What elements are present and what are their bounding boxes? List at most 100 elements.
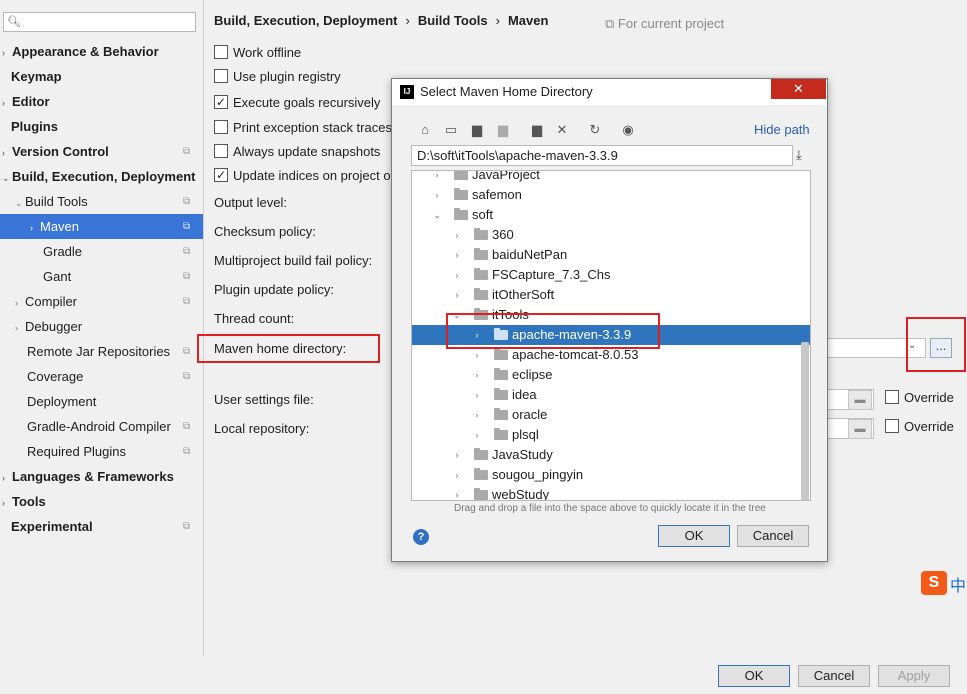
chevron-right-icon[interactable]: ›	[452, 245, 462, 265]
refresh-icon[interactable]: ↻	[588, 123, 602, 137]
sidebar-item-deployment[interactable]: Deployment	[27, 389, 96, 414]
module-folder-icon[interactable]: ▆	[496, 123, 510, 137]
desktop-icon[interactable]: ▭	[444, 123, 458, 137]
close-icon[interactable]: ✕	[771, 79, 826, 99]
cancel-button[interactable]: Cancel	[798, 665, 870, 687]
checkbox-box[interactable]	[214, 166, 228, 184]
ok-button[interactable]: OK	[718, 665, 790, 687]
project-folder-icon[interactable]: ▆	[470, 123, 484, 137]
checkbox-box[interactable]	[214, 45, 228, 59]
tree-item[interactable]: › sougou_pingyin	[412, 465, 810, 485]
chevron-right-icon[interactable]: ›	[472, 425, 482, 445]
sidebar-item-required-plugins[interactable]: Required Plugins	[27, 439, 126, 464]
tree-item[interactable]: › JavaProject	[412, 171, 810, 185]
folder-icon[interactable]: ▬	[848, 390, 872, 410]
tree-item[interactable]: › itOtherSoft	[412, 285, 810, 305]
checkbox-box[interactable]	[214, 120, 228, 134]
tree-item[interactable]: › JavaStudy	[412, 445, 810, 465]
hide-path-link[interactable]: Hide path	[754, 122, 810, 137]
sidebar-item-editor[interactable]: › Editor	[2, 89, 50, 114]
chevron-down-icon[interactable]: ⌄	[432, 205, 442, 225]
dialog-cancel-button[interactable]: Cancel	[737, 525, 809, 547]
highlight-box	[446, 313, 660, 349]
tree-item-label: 360	[492, 227, 514, 242]
chevron-right-icon[interactable]: ›	[432, 171, 442, 185]
chevron-right-icon[interactable]: ›	[452, 445, 462, 465]
folder-icon	[474, 468, 488, 480]
update-indices-checkbox[interactable]: Update indices on project o	[214, 166, 391, 185]
sidebar-item-plugins[interactable]: Plugins	[11, 114, 58, 139]
chevron-right-icon[interactable]: ›	[452, 485, 462, 500]
checkbox-box[interactable]	[885, 390, 899, 404]
help-icon[interactable]: ?	[413, 529, 429, 545]
sidebar-item-gradle[interactable]: Gradle	[43, 239, 82, 264]
tree-item[interactable]: › idea	[412, 385, 810, 405]
chevron-right-icon[interactable]: ›	[472, 385, 482, 405]
chevron-right-icon: ›	[2, 498, 5, 508]
delete-icon[interactable]: ✕	[555, 123, 569, 137]
checkbox-box[interactable]	[214, 69, 228, 83]
chevron-right-icon[interactable]: ›	[452, 265, 462, 285]
sidebar-item-keymap[interactable]: Keymap	[11, 64, 62, 89]
chevron-right-icon[interactable]: ›	[472, 365, 482, 385]
tree-item[interactable]: › plsql	[412, 425, 810, 445]
copy-settings-icon: ⧉	[183, 421, 191, 432]
new-folder-icon[interactable]: ▆	[530, 123, 544, 137]
work-offline-checkbox[interactable]: Work offline	[214, 44, 301, 62]
chevron-right-icon: ›	[2, 473, 5, 483]
tree-item[interactable]: › safemon	[412, 185, 810, 205]
chevron-right-icon[interactable]: ›	[432, 185, 442, 205]
folder-icon	[494, 408, 508, 420]
path-input[interactable]: D:\soft\itTools\apache-maven-3.3.9	[411, 145, 793, 166]
sidebar-item-maven[interactable]: › Maven	[0, 214, 203, 239]
sidebar-item-label: Languages & Frameworks	[12, 469, 174, 484]
checkbox-box[interactable]	[885, 419, 899, 433]
sidebar-item-version-control[interactable]: › Version Control	[2, 139, 109, 164]
plugin-registry-checkbox[interactable]: Use plugin registry	[214, 68, 341, 86]
tree-item[interactable]: › 360	[412, 225, 810, 245]
local-repository-override-checkbox[interactable]: Override	[885, 419, 954, 434]
chevron-down-icon: ⌄	[2, 173, 10, 183]
dialog-ok-button[interactable]: OK	[658, 525, 730, 547]
show-hidden-icon[interactable]: ◉	[621, 123, 635, 137]
update-snapshots-checkbox[interactable]: Always update snapshots	[214, 143, 380, 161]
sidebar-item-compiler[interactable]: › Compiler	[15, 289, 77, 314]
tree-item-label: sougou_pingyin	[492, 467, 584, 482]
checkbox-box[interactable]	[214, 144, 228, 158]
tree-item[interactable]: › eclipse	[412, 365, 810, 385]
sidebar-item-gant[interactable]: Gant	[43, 264, 71, 289]
sidebar-item-languages[interactable]: › Languages & Frameworks	[2, 464, 174, 489]
local-repository-label: Local repository:	[214, 421, 310, 436]
home-icon[interactable]: ⌂	[418, 123, 432, 137]
folder-icon[interactable]: ▬	[848, 419, 872, 439]
tree-item[interactable]: › baiduNetPan	[412, 245, 810, 265]
apply-button[interactable]: Apply	[878, 665, 950, 687]
settings-search-input[interactable]: 🔍︎	[3, 12, 196, 32]
tree-item[interactable]: › oracle	[412, 405, 810, 425]
sidebar-item-experimental[interactable]: Experimental	[11, 514, 93, 539]
sidebar-item-gradle-android[interactable]: Gradle-Android Compiler	[27, 414, 171, 439]
sidebar-item-coverage[interactable]: Coverage	[27, 364, 83, 389]
print-stack-checkbox[interactable]: Print exception stack traces	[214, 119, 392, 137]
tree-scrollbar[interactable]	[801, 342, 809, 500]
tree-item[interactable]: › FSCapture_7.3_Chs	[412, 265, 810, 285]
checksum-policy-label: Checksum policy:	[214, 224, 316, 239]
chevron-right-icon[interactable]: ›	[452, 465, 462, 485]
chevron-right-icon[interactable]: ›	[452, 285, 462, 305]
sidebar-item-appearance[interactable]: › Appearance & Behavior	[2, 39, 159, 64]
sidebar-item-tools[interactable]: › Tools	[2, 489, 46, 514]
sidebar-item-remote-jar[interactable]: Remote Jar Repositories	[27, 339, 170, 364]
download-icon[interactable]: ⤓	[796, 147, 802, 163]
ime-language-indicator[interactable]: 中	[950, 572, 966, 596]
execute-goals-checkbox[interactable]: Execute goals recursively	[214, 93, 380, 112]
tree-item[interactable]: ⌄ soft	[412, 205, 810, 225]
sidebar-item-debugger[interactable]: › Debugger	[15, 314, 82, 339]
chevron-right-icon[interactable]: ›	[472, 405, 482, 425]
sidebar-item-build-execution[interactable]: ⌄ Build, Execution, Deployment	[2, 164, 195, 189]
sogou-ime-icon[interactable]: S	[921, 571, 947, 595]
user-settings-override-checkbox[interactable]: Override	[885, 390, 954, 405]
sidebar-item-build-tools[interactable]: ⌄ Build Tools	[15, 189, 88, 214]
checkbox-box[interactable]	[214, 93, 228, 111]
chevron-right-icon[interactable]: ›	[452, 225, 462, 245]
tree-item[interactable]: › webStudy	[412, 485, 810, 500]
